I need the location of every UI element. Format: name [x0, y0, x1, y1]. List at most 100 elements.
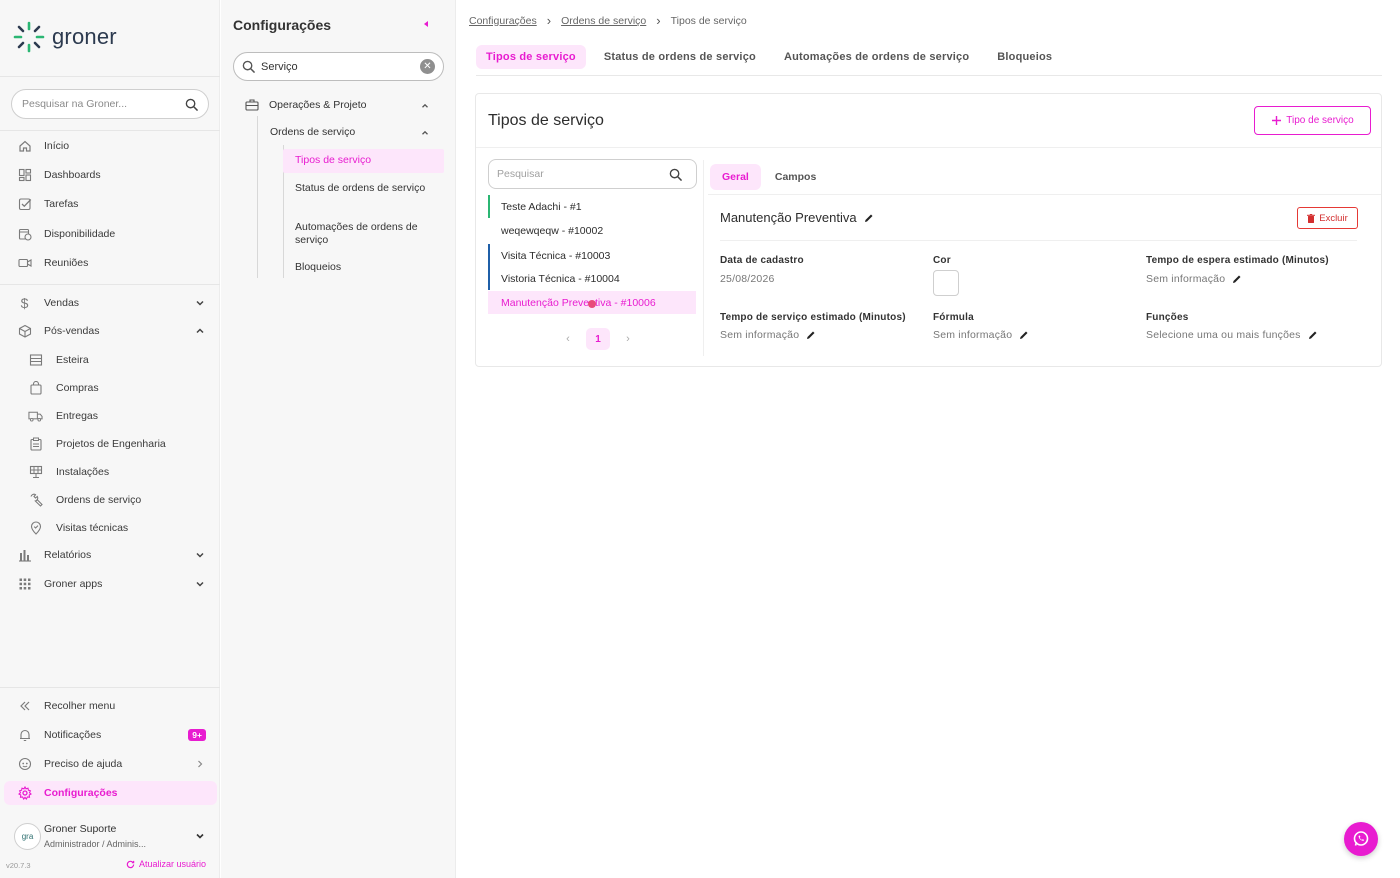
color-indicator [488, 219, 490, 242]
sidebar-item-pos-vendas[interactable]: Pós-vendas [0, 319, 220, 343]
chevron-down-icon[interactable] [194, 297, 206, 309]
collapse-menu-button[interactable]: Recolher menu [0, 694, 220, 718]
tab-campos[interactable]: Campos [763, 164, 828, 190]
apps-grid-icon [17, 576, 32, 591]
tree-subgroup-ordens[interactable]: Ordens de serviço [270, 126, 355, 138]
sidebar-item-groner-apps[interactable]: Groner apps [0, 572, 220, 596]
sidebar-item-compras[interactable]: Compras [0, 376, 220, 400]
pencil-icon[interactable] [864, 213, 874, 223]
next-page-icon[interactable]: › [620, 331, 636, 347]
user-name: Groner Suporte [44, 823, 117, 835]
list-item[interactable]: weqewqeqw - #10002 [488, 219, 696, 242]
trash-icon [1307, 213, 1316, 223]
user-menu[interactable]: gra Groner Suporte Administrador / Admin… [12, 820, 212, 854]
home-icon [17, 138, 32, 153]
chevron-down-icon[interactable] [194, 830, 206, 842]
tree-item-automacoes[interactable]: Automações de ordens de serviço [295, 221, 435, 247]
chevron-up-icon[interactable] [420, 101, 430, 111]
sidebar-item-reunioes[interactable]: Reuniões [0, 251, 220, 275]
global-search-input[interactable] [22, 98, 185, 110]
tree-item-label: Status de ordens de serviço [295, 182, 426, 194]
collapse-panel-icon[interactable] [421, 19, 431, 29]
formula-label: Fórmula [933, 312, 974, 323]
sidebar-item-vendas[interactable]: $ Vendas [0, 291, 220, 315]
pencil-icon[interactable] [1232, 274, 1242, 284]
funcoes-text: Selecione uma ou mais funções [1146, 329, 1301, 341]
prev-page-icon[interactable]: ‹ [560, 331, 576, 347]
tab-status-ordens[interactable]: Status de ordens de serviço [594, 45, 766, 69]
tree-item-tipos-servico[interactable]: Tipos de serviço [283, 149, 444, 173]
config-search-input[interactable] [261, 60, 411, 73]
tree-item-status-ordens[interactable]: Status de ordens de serviço [295, 182, 435, 195]
chevron-up-icon[interactable] [420, 128, 430, 138]
mouse-cursor [588, 300, 596, 308]
sidebar-divider [0, 130, 220, 131]
list-item[interactable]: Visita Técnica - #10003 [488, 244, 696, 267]
dollar-icon: $ [20, 294, 29, 311]
config-search[interactable]: ✕ [233, 52, 444, 81]
update-user-link[interactable]: Atualizar usuário [126, 859, 206, 869]
sidebar-item-projetos-engenharia[interactable]: Projetos de Engenharia [0, 432, 220, 456]
tree-group-operacoes[interactable]: Operações & Projeto [245, 98, 366, 111]
sidebar-item-disponibilidade[interactable]: Disponibilidade [0, 222, 220, 246]
tab-geral[interactable]: Geral [710, 164, 761, 190]
delete-label: Excluir [1319, 212, 1348, 224]
pencil-icon[interactable] [1019, 330, 1029, 340]
list-search-input[interactable] [497, 168, 657, 180]
sidebar-item-inicio[interactable]: Início [0, 134, 220, 158]
notifications-button[interactable]: Notificações 9+ [0, 723, 220, 747]
wrench-icon [28, 492, 43, 507]
list-search[interactable] [488, 159, 697, 189]
data-cadastro-text: 25/08/2026 [720, 273, 775, 285]
sidebar-item-instalacoes[interactable]: Instalações [0, 460, 220, 484]
sidebar-item-entregas[interactable]: Entregas [0, 404, 220, 428]
config-panel: Configurações ✕ Operações & Projeto Orde… [221, 0, 456, 878]
groner-logo-icon [13, 21, 45, 53]
list-item[interactable]: Vistoria Técnica - #10004 [488, 267, 696, 290]
gear-icon [17, 785, 32, 800]
sidebar-item-visitas-tecnicas[interactable]: Visitas técnicas [0, 516, 220, 540]
add-button-label: Tipo de serviço [1286, 115, 1354, 126]
color-indicator [488, 291, 490, 314]
chevron-down-icon[interactable] [194, 578, 206, 590]
chevron-down-icon[interactable] [194, 549, 206, 561]
delete-button[interactable]: Excluir [1297, 207, 1358, 229]
sidebar-item-relatorios[interactable]: Relatórios [0, 543, 220, 567]
sidebar-divider [0, 76, 220, 77]
pencil-icon[interactable] [806, 330, 816, 340]
sidebar-item-tarefas[interactable]: Tarefas [0, 192, 220, 216]
avatar: gra [14, 823, 41, 850]
video-icon [17, 255, 32, 270]
user-role: Administrador / Adminis... [44, 839, 147, 849]
search-icon[interactable] [185, 98, 198, 111]
chevron-right-icon [198, 760, 203, 768]
sidebar-item-configuracoes[interactable]: Configurações [4, 781, 217, 805]
search-icon[interactable] [669, 168, 682, 181]
sidebar-item-ordens-servico[interactable]: Ordens de serviço [0, 488, 220, 512]
sidebar-item-dashboards[interactable]: Dashboards [0, 163, 220, 187]
detail-tabs: Geral Campos [710, 164, 828, 190]
breadcrumb-link-configuracoes[interactable]: Configurações [469, 15, 537, 27]
tab-bloqueios[interactable]: Bloqueios [987, 45, 1062, 69]
help-button[interactable]: Preciso de ajuda [0, 752, 220, 776]
tab-automacoes[interactable]: Automações de ordens de serviço [774, 45, 979, 69]
page-button[interactable]: 1 [586, 328, 610, 350]
sidebar-item-esteira[interactable]: Esteira [0, 348, 220, 372]
list-item[interactable]: Teste Adachi - #1 [488, 195, 696, 218]
clear-search-icon[interactable]: ✕ [420, 59, 435, 74]
groner-logo[interactable]: groner [12, 20, 117, 54]
tree-item-bloqueios[interactable]: Bloqueios [295, 261, 341, 273]
card-title: Tipos de serviço [488, 112, 604, 129]
sidebar-item-label: Reuniões [44, 257, 89, 269]
tab-tipos-servico[interactable]: Tipos de serviço [476, 45, 586, 69]
global-search[interactable] [11, 89, 209, 119]
sidebar-item-label: Groner apps [44, 578, 103, 590]
add-service-type-button[interactable]: Tipo de serviço [1254, 106, 1371, 135]
breadcrumb-link-ordens[interactable]: Ordens de serviço [561, 15, 646, 27]
color-picker[interactable] [933, 270, 959, 296]
update-user-label: Atualizar usuário [139, 859, 207, 869]
whatsapp-button[interactable] [1344, 822, 1378, 856]
chevron-up-icon[interactable] [194, 325, 206, 337]
pencil-icon[interactable] [1308, 330, 1318, 340]
data-cadastro-value: 25/08/2026 [720, 273, 775, 285]
